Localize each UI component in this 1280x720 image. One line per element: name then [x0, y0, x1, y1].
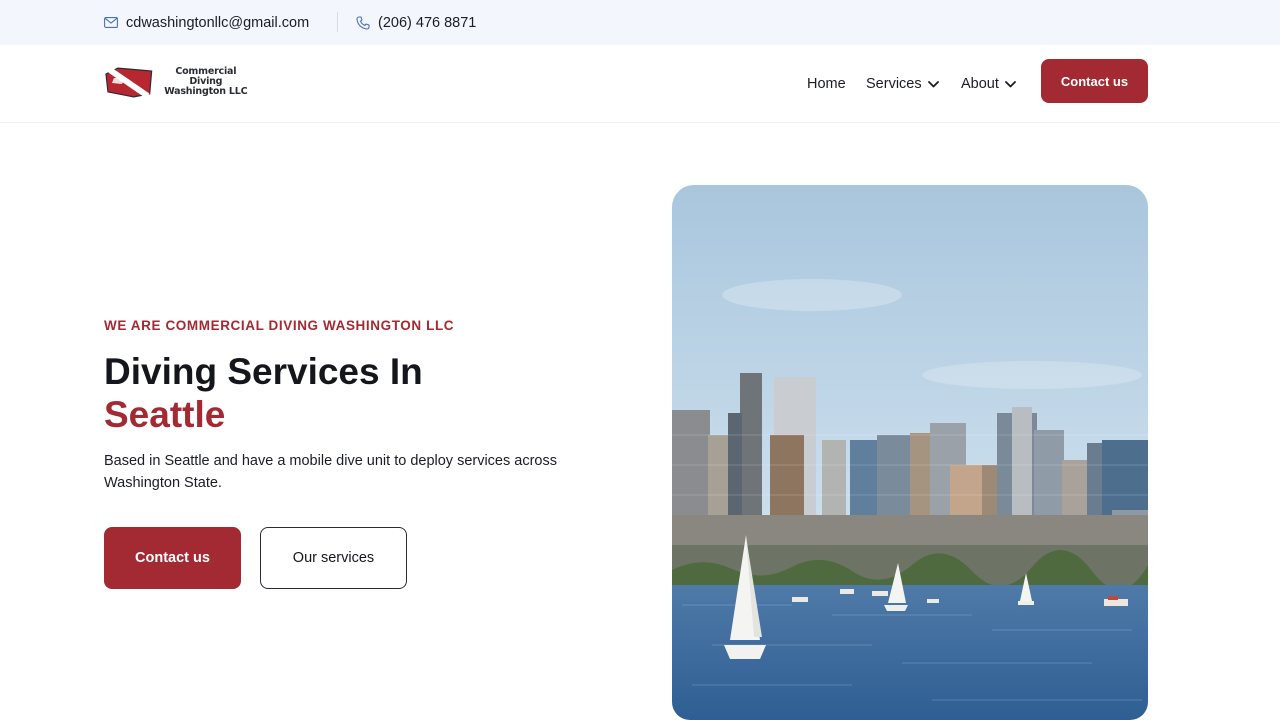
phone-icon — [356, 15, 370, 30]
logo-line-1: Commercial Diving — [175, 66, 237, 87]
phone-link[interactable]: (206) 476 8871 — [356, 0, 476, 45]
dive-flag-logo-icon — [105, 67, 153, 98]
nav-home-label: Home — [807, 76, 846, 92]
email-link[interactable]: cdwashingtonllc@gmail.com — [104, 0, 309, 45]
logo[interactable]: Commercial Diving Washington LLC — [104, 65, 254, 99]
our-services-button[interactable]: Our services — [260, 527, 407, 589]
contact-us-button[interactable]: Contact us — [104, 527, 241, 589]
nav-about-label: About — [961, 76, 999, 92]
email-text: cdwashingtonllc@gmail.com — [126, 14, 310, 31]
mail-icon — [104, 17, 118, 28]
site-header: Commercial Diving Washington LLC Home Se… — [0, 45, 1280, 123]
nav-home[interactable]: Home — [807, 45, 846, 123]
hero-title: Diving Services In Seattle — [104, 350, 423, 436]
top-contact-bar: cdwashingtonllc@gmail.com (206) 476 8871 — [0, 0, 1280, 45]
hero-image-seattle-skyline — [672, 185, 1148, 720]
topbar-divider — [337, 12, 338, 32]
logo-text: Commercial Diving Washington LLC — [158, 67, 254, 97]
phone-text: (206) 476 8871 — [378, 14, 477, 31]
header-contact-button[interactable]: Contact us — [1041, 59, 1148, 103]
hero-title-line-2: Seattle — [104, 394, 226, 435]
logo-line-2: Washington LLC — [164, 86, 248, 97]
hero-title-line-1: Diving Services In — [104, 351, 423, 392]
hero-description: Based in Seattle and have a mobile dive … — [104, 453, 557, 491]
hero-eyebrow: WE ARE COMMERCIAL DIVING WASHINGTON LLC — [104, 318, 455, 333]
chevron-down-icon — [927, 80, 939, 87]
chevron-down-icon — [1005, 80, 1016, 87]
nav-services-label: Services — [866, 76, 922, 92]
nav-about[interactable]: About — [961, 45, 1016, 123]
nav-services[interactable]: Services — [866, 45, 939, 123]
